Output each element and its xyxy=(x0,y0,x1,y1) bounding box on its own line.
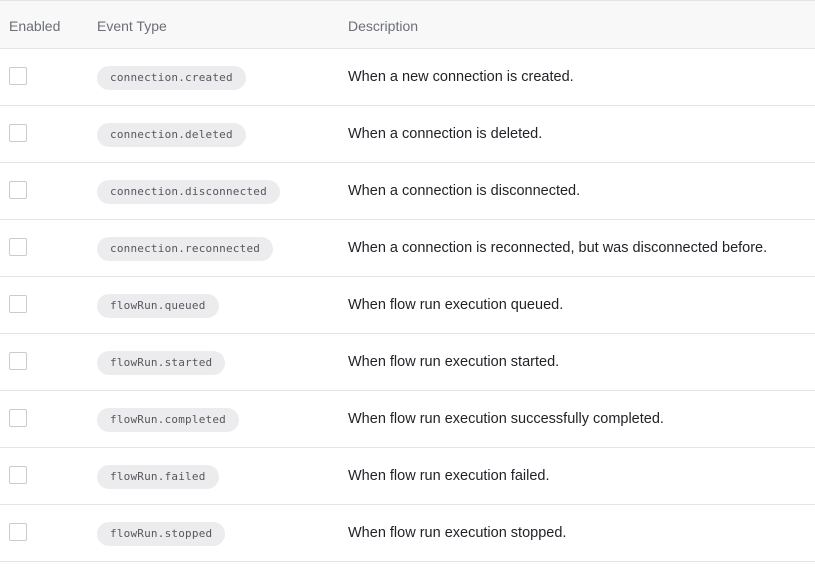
event-type-badge: connection.disconnected xyxy=(97,180,280,204)
event-type-badge: flowRun.stopped xyxy=(97,522,226,546)
event-type-badge: connection.reconnected xyxy=(97,237,274,261)
event-type-badge: flowRun.started xyxy=(97,351,226,375)
event-type-badge: connection.created xyxy=(97,66,246,90)
event-description: When flow run execution queued. xyxy=(348,297,564,313)
enabled-checkbox[interactable] xyxy=(9,181,27,199)
header-enabled: Enabled xyxy=(9,18,61,34)
table-row: flowRun.stopped When flow run execution … xyxy=(0,505,815,562)
event-type-badge: flowRun.failed xyxy=(97,465,219,489)
enabled-checkbox[interactable] xyxy=(9,409,27,427)
table-row: connection.created When a new connection… xyxy=(0,49,815,106)
event-description: When flow run execution started. xyxy=(348,354,560,370)
enabled-checkbox[interactable] xyxy=(9,67,27,85)
event-type-badge: flowRun.completed xyxy=(97,408,239,432)
table-row: flowRun.completed When flow run executio… xyxy=(0,391,815,448)
event-description: When a connection is reconnected, but wa… xyxy=(348,240,768,256)
enabled-checkbox[interactable] xyxy=(9,352,27,370)
event-description: When a connection is deleted. xyxy=(348,126,543,142)
event-description: When a new connection is created. xyxy=(348,69,574,85)
webhook-events-table: Enabled Event Type Description connectio… xyxy=(0,0,815,562)
table-row: flowRun.failed When flow run execution f… xyxy=(0,448,815,505)
header-description: Description xyxy=(348,18,419,34)
table-row: connection.reconnected When a connection… xyxy=(0,220,815,277)
event-type-badge: flowRun.queued xyxy=(97,294,219,318)
enabled-checkbox[interactable] xyxy=(9,238,27,256)
table-row: flowRun.queued When flow run execution q… xyxy=(0,277,815,334)
enabled-checkbox[interactable] xyxy=(9,466,27,484)
enabled-checkbox[interactable] xyxy=(9,295,27,313)
event-description: When flow run execution successfully com… xyxy=(348,411,664,427)
event-description: When flow run execution stopped. xyxy=(348,525,567,541)
header-event-type: Event Type xyxy=(97,18,167,34)
table-header: Enabled Event Type Description xyxy=(0,1,815,49)
enabled-checkbox[interactable] xyxy=(9,124,27,142)
enabled-checkbox[interactable] xyxy=(9,523,27,541)
table-row: connection.deleted When a connection is … xyxy=(0,106,815,163)
table-row: connection.disconnected When a connectio… xyxy=(0,163,815,220)
event-type-badge: connection.deleted xyxy=(97,123,246,147)
event-description: When flow run execution failed. xyxy=(348,468,550,484)
event-description: When a connection is disconnected. xyxy=(348,183,581,199)
table-row: flowRun.started When flow run execution … xyxy=(0,334,815,391)
